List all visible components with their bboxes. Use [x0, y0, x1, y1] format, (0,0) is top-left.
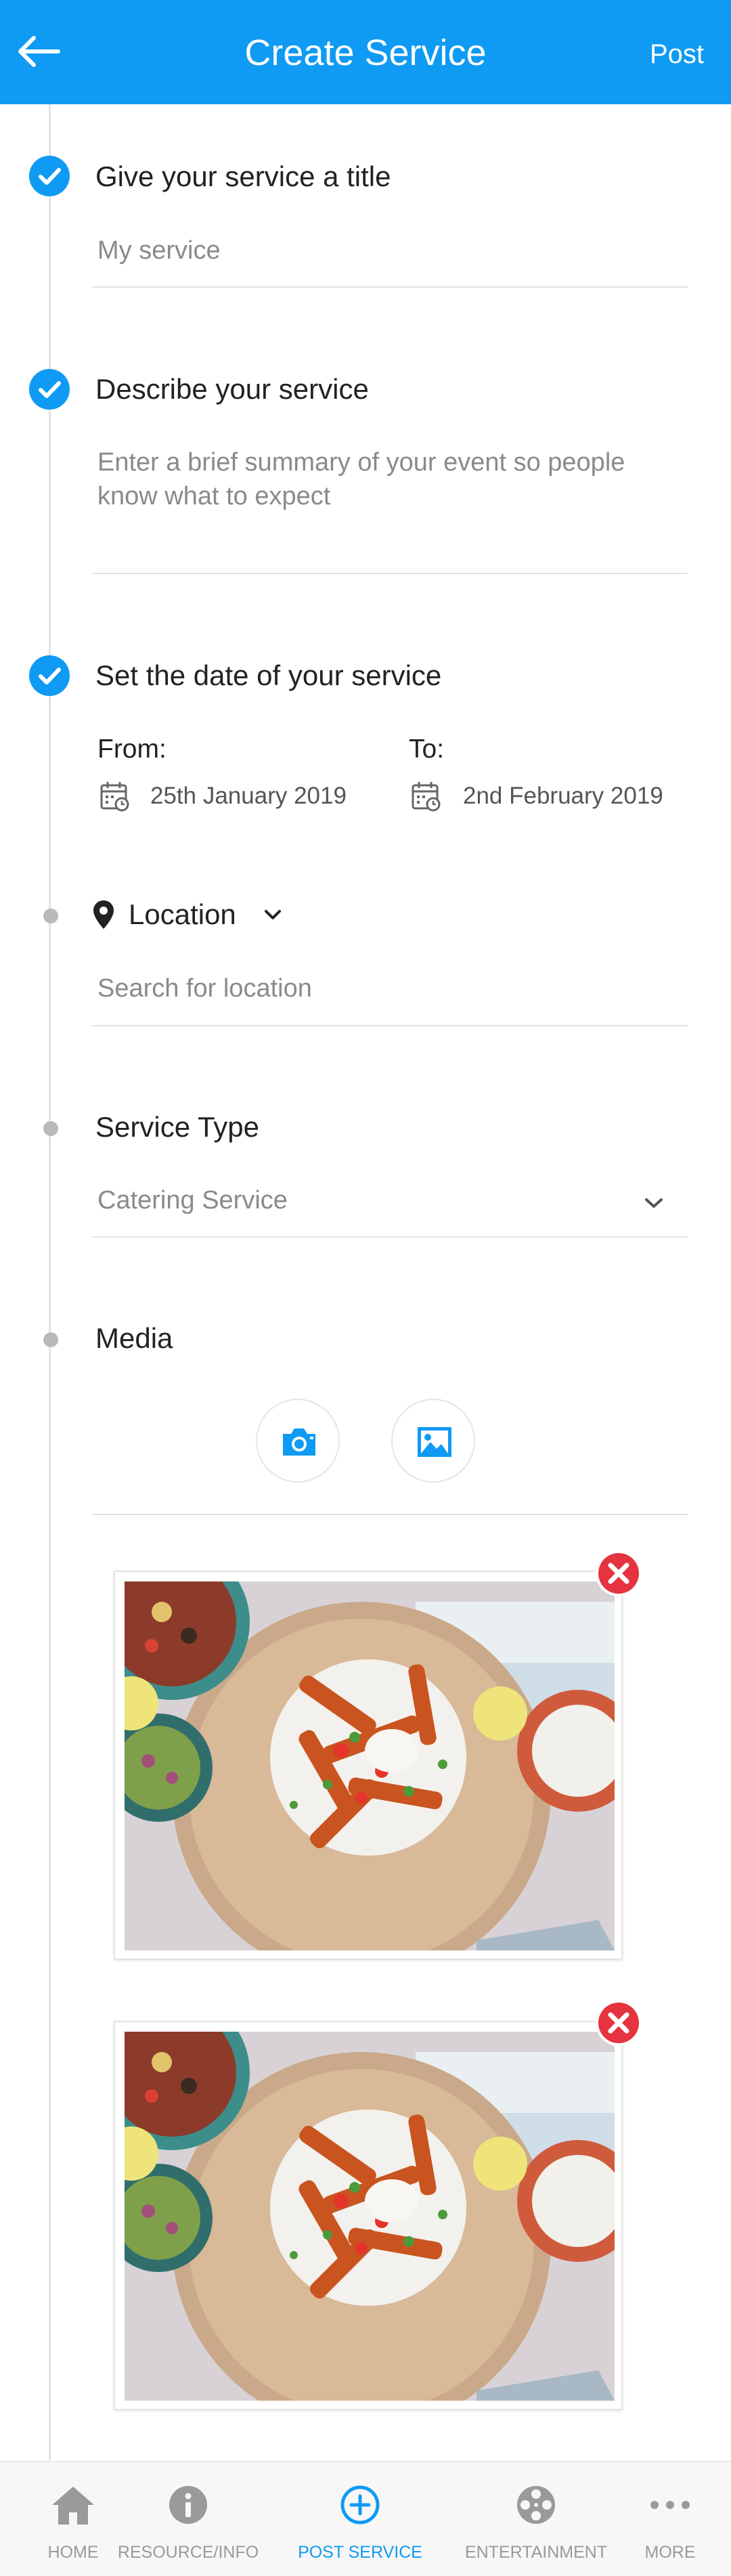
- map-pin-icon: [93, 900, 114, 929]
- remove-icon[interactable]: [594, 1999, 643, 2047]
- food-photo: [125, 2032, 615, 2401]
- info-icon: [169, 2486, 207, 2524]
- food-photo: [125, 1581, 615, 1950]
- step-complete-check-icon: [29, 655, 70, 696]
- nav-label-entertainment: ENTERTAINMENT: [464, 2543, 608, 2562]
- bottom-navigation: HOME RESOURCE/INFO POST SERVICE ENTERTAI…: [0, 2461, 731, 2576]
- from-date-value[interactable]: 25th January 2019: [150, 781, 347, 812]
- step-pending-dot: [43, 1121, 58, 1136]
- description-section-heading: Describe your service: [95, 373, 369, 405]
- to-label: To:: [409, 735, 445, 764]
- page-title: Create Service: [244, 32, 487, 73]
- location-section-heading[interactable]: Location: [129, 896, 236, 934]
- media-thumbnail[interactable]: [114, 2021, 623, 2410]
- title-input-underline: [92, 286, 688, 288]
- location-search-input[interactable]: Search for location: [97, 972, 312, 1005]
- post-button[interactable]: Post: [650, 35, 704, 73]
- film-reel-icon: [517, 2486, 555, 2524]
- app-bar: Create Service Post: [0, 0, 731, 104]
- more-dots-icon: [650, 2501, 690, 2509]
- location-input-underline: [92, 1025, 688, 1026]
- nav-label-post-service: POST SERVICE: [298, 2543, 422, 2562]
- to-date-value[interactable]: 2nd February 2019: [463, 781, 663, 812]
- nav-item-resource-info[interactable]: RESOURCE/INFO: [115, 2462, 261, 2576]
- chevron-down-icon[interactable]: [643, 1196, 665, 1210]
- image-gallery-icon: [418, 1427, 451, 1457]
- media-thumbnail[interactable]: [114, 1571, 623, 1960]
- media-buttons-underline: [92, 1514, 688, 1515]
- nav-label-more: MORE: [644, 2543, 696, 2562]
- chevron-down-icon[interactable]: [263, 907, 283, 922]
- service-type-underline: [92, 1236, 688, 1238]
- remove-icon[interactable]: [594, 1549, 643, 1598]
- home-icon: [52, 2487, 94, 2525]
- step-pending-dot: [43, 909, 58, 923]
- add-circle-icon: [340, 2485, 380, 2525]
- step-pending-dot: [43, 1332, 58, 1347]
- nav-item-post-service[interactable]: POST SERVICE: [287, 2462, 433, 2576]
- calendar-icon[interactable]: [410, 780, 443, 812]
- camera-button[interactable]: [256, 1399, 340, 1483]
- description-textarea[interactable]: Enter a brief summary of your event so p…: [97, 445, 686, 513]
- calendar-icon[interactable]: [99, 780, 131, 812]
- description-underline: [92, 573, 688, 574]
- camera-icon: [283, 1428, 315, 1456]
- step-complete-check-icon: [29, 156, 70, 196]
- gallery-button[interactable]: [391, 1399, 475, 1483]
- title-section-heading: Give your service a title: [95, 160, 391, 192]
- from-label: From:: [97, 735, 167, 764]
- nav-item-more[interactable]: MORE: [597, 2462, 731, 2576]
- media-section-heading: Media: [95, 1322, 173, 1354]
- nav-label-resource-info: RESOURCE/INFO: [117, 2543, 259, 2562]
- service-title-input[interactable]: My service: [97, 234, 221, 267]
- service-type-select[interactable]: Catering Service: [97, 1183, 288, 1217]
- nav-item-entertainment[interactable]: ENTERTAINMENT: [463, 2462, 609, 2576]
- progress-timeline: [49, 104, 51, 2460]
- step-complete-check-icon: [29, 369, 70, 410]
- date-section-heading: Set the date of your service: [95, 659, 442, 691]
- service-type-section-heading: Service Type: [95, 1111, 260, 1143]
